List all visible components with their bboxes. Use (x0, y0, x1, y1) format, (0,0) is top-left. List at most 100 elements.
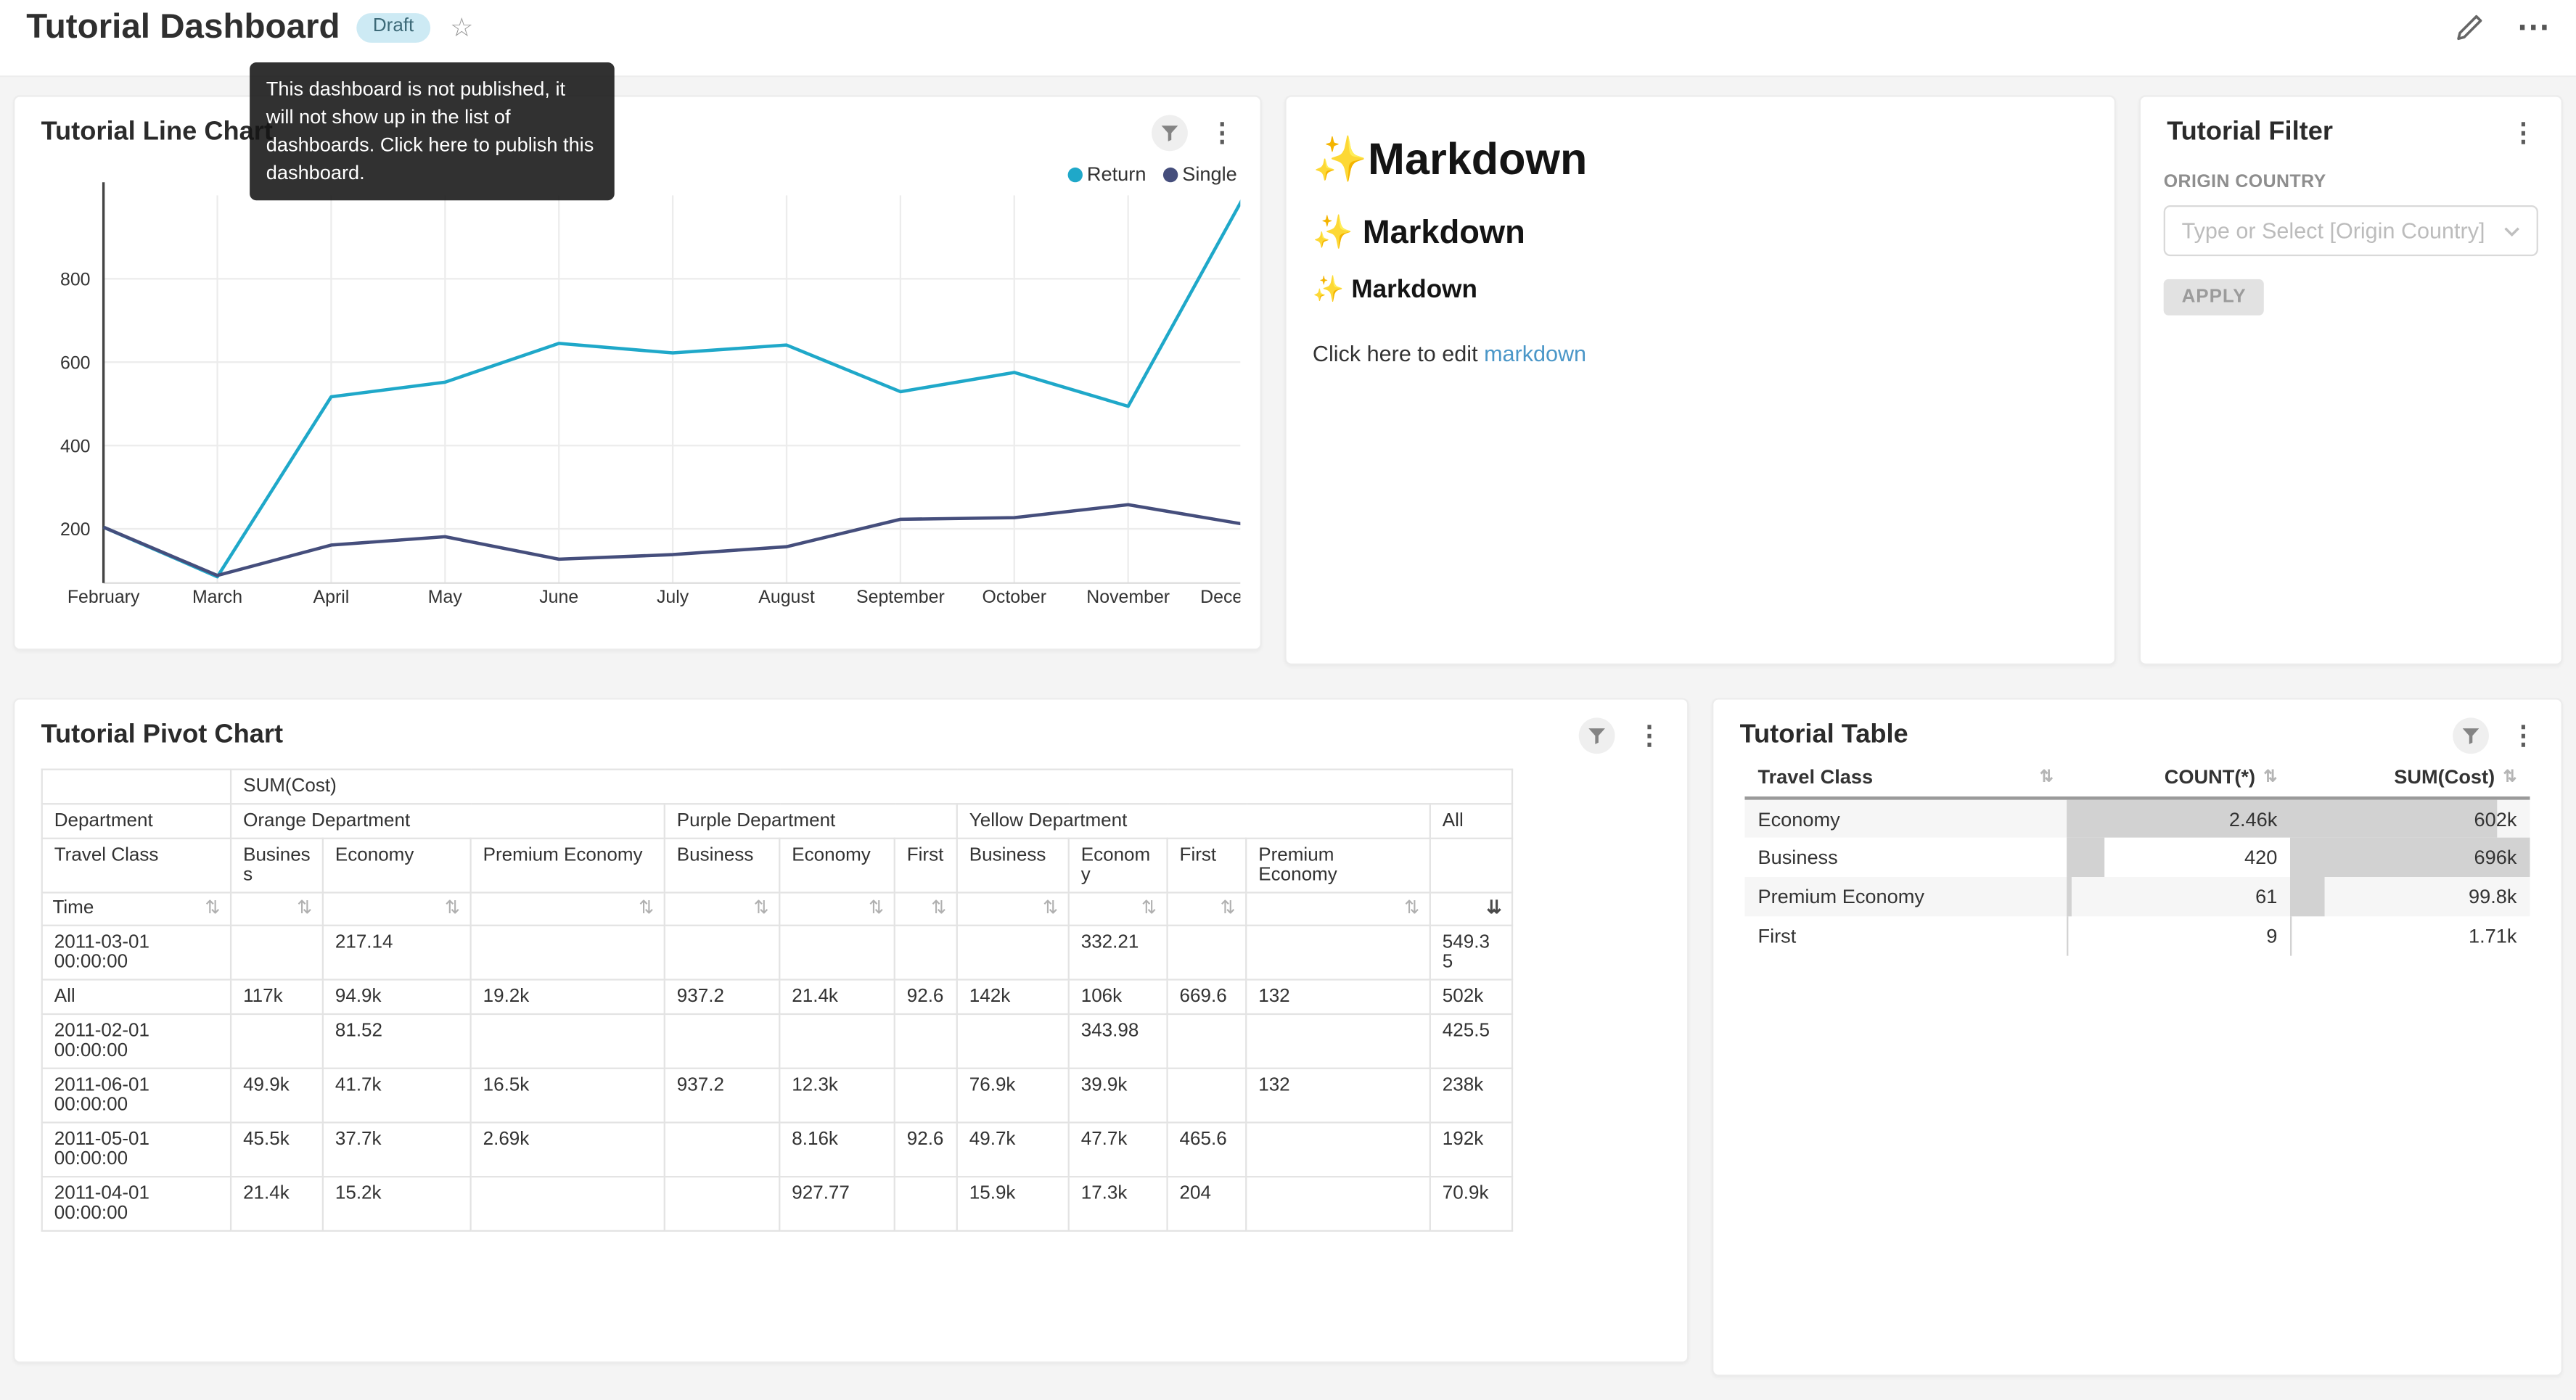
x-tick-label: April (313, 587, 350, 607)
legend-item-return[interactable]: Return (1067, 162, 1147, 186)
chart-menu-button[interactable]: ⋮ (1631, 720, 1668, 752)
travel-class-cell: Business (1744, 838, 2067, 877)
count-cell: 61 (2067, 877, 2290, 916)
sum-cell: 602k (2290, 798, 2530, 837)
sum-bar (2290, 877, 2324, 916)
sort-icon[interactable]: ⇅ (297, 898, 312, 919)
pivot-cell (957, 926, 1069, 980)
sort-icon[interactable]: ⇅ (754, 898, 769, 919)
pivot-cell: 204 (1168, 1177, 1247, 1231)
filter-body: ORIGIN COUNTRY Type or Select [Origin Co… (2141, 169, 2561, 315)
legend-item-single[interactable]: Single (1162, 162, 1237, 186)
sum-cell: 99.8k (2290, 877, 2530, 916)
data-table-card: Tutorial Table ⋮ Travel Class⇅ (1712, 698, 2563, 1376)
cross-filter-indicator-button[interactable] (1579, 717, 1615, 754)
chart-menu-button[interactable]: ⋮ (2506, 720, 2542, 752)
sum-bar (2290, 800, 2498, 838)
pivot-cell (665, 926, 779, 980)
table-row[interactable]: Business420696k (1744, 838, 2530, 877)
x-tick-label: December (1200, 587, 1240, 607)
cross-filter-indicator-button[interactable] (1152, 115, 1188, 151)
page-title: Tutorial Dashboard (26, 5, 340, 49)
pivot-cell: 41.7k (323, 1068, 471, 1123)
column-label: COUNT(*) (2165, 765, 2255, 788)
sort-icon[interactable]: ⇅ (931, 898, 946, 919)
x-tick-label: June (539, 587, 578, 607)
pivot-cell: 106k (1069, 979, 1168, 1014)
pivot-sort-cell: ⇅ (323, 892, 471, 925)
count-bar (2067, 838, 2105, 877)
travel-class-cell: Economy (1744, 798, 2067, 837)
pivot-sort-cell: ⇅ (1069, 892, 1168, 925)
pivot-title: Tutorial Pivot Chart (41, 721, 1579, 751)
origin-country-select[interactable]: Type or Select [Origin Country] (2164, 205, 2538, 256)
sort-icon[interactable]: ⇅ (205, 898, 221, 919)
apply-button[interactable]: APPLY (2164, 279, 2265, 316)
table-row[interactable]: Premium Economy6199.8k (1744, 877, 2530, 916)
pivot-cell: 15.9k (957, 1177, 1069, 1231)
sort-caret-icon: ⇅ (2040, 767, 2054, 786)
pivot-cell (895, 1177, 957, 1231)
sort-icon[interactable]: ⇅ (1221, 898, 1236, 919)
select-placeholder: Type or Select [Origin Country] (2182, 218, 2504, 243)
markdown-body: ✨Markdown ✨ Markdown ✨ Markdown Click he… (1287, 97, 2114, 366)
pivot-col-header: First (895, 839, 957, 893)
sort-icon[interactable]: ⇅ (869, 898, 884, 919)
edit-dashboard-button[interactable] (2454, 13, 2484, 43)
markdown-card: ✨Markdown ✨ Markdown ✨ Markdown Click he… (1284, 95, 2116, 665)
pivot-corner-cell (42, 770, 231, 804)
unpublished-tooltip: This dashboard is not published, it will… (250, 62, 615, 200)
pivot-cell: 343.98 (1069, 1014, 1168, 1068)
sort-icon[interactable]: ⇊ (1486, 898, 1501, 919)
pivot-row-label: 2011-04-01 00:00:00 (42, 1177, 231, 1231)
pivot-sort-cell: ⇅ (957, 892, 1069, 925)
sort-icon[interactable]: ⇅ (1043, 898, 1058, 919)
sort-icon[interactable]: ⇅ (1141, 898, 1157, 919)
favorite-star-icon[interactable]: ☆ (450, 12, 473, 44)
count-cell: 420 (2067, 838, 2290, 877)
draft-badge[interactable]: Draft (356, 13, 430, 43)
markdown-link[interactable]: markdown (1484, 342, 1586, 366)
cross-filter-indicator-button[interactable] (2453, 717, 2489, 754)
column-header-travel-class[interactable]: Travel Class⇅ (1744, 757, 2067, 799)
pivot-sort-cell: ⇅ (1168, 892, 1247, 925)
line-chart-area[interactable]: 200400600800FebruaryMarchAprilMayJuneJul… (15, 173, 1240, 643)
pivot-cell: 49.9k (231, 1068, 323, 1123)
markdown-paragraph: Click here to edit markdown (1313, 342, 2088, 366)
pivot-cell: 332.21 (1069, 926, 1168, 980)
pivot-cell: 238k (1430, 1068, 1512, 1123)
sort-icon[interactable]: ⇅ (639, 898, 654, 919)
pivot-group-header: Orange Department (231, 804, 665, 839)
x-tick-label: March (192, 587, 242, 607)
filter-title: Tutorial Filter (2167, 118, 2505, 148)
pivot-row-label: 2011-03-01 00:00:00 (42, 926, 231, 980)
filter-funnel-icon (1587, 726, 1607, 746)
filter-menu-button[interactable]: ⋮ (2506, 117, 2542, 149)
column-header-sum-cost[interactable]: SUM(Cost)⇅ (2290, 757, 2530, 799)
pivot-group-header: Yellow Department (957, 804, 1430, 839)
pivot-cell: 132 (1246, 1068, 1430, 1123)
chart-menu-button[interactable]: ⋮ (1205, 117, 1241, 149)
table-row[interactable]: Economy2.46k602k (1744, 798, 2530, 837)
table-header-row: Travel Class⇅ COUNT(*)⇅ SUM(Cost)⇅ (1744, 757, 2530, 799)
pivot-cell (895, 926, 957, 980)
sort-icon[interactable]: ⇅ (445, 898, 460, 919)
table-row[interactable]: First91.71k (1744, 916, 2530, 955)
column-header-count[interactable]: COUNT(*)⇅ (2067, 757, 2290, 799)
pivot-col-dim-header: Travel Class (42, 839, 231, 893)
pivot-cell (1246, 1122, 1430, 1177)
pivot-group-header: Purple Department (665, 804, 957, 839)
sort-icon[interactable]: ⇅ (1404, 898, 1419, 919)
table-title: Tutorial Table (1740, 721, 2453, 751)
more-options-button[interactable]: ⋯ (2516, 13, 2549, 43)
pivot-cell: 117k (231, 979, 323, 1014)
pivot-cell (1168, 1068, 1247, 1123)
pivot-row: 2011-05-01 00:00:0045.5k37.7k2.69k8.16k9… (42, 1122, 1512, 1177)
line-chart-card-header: Tutorial Line Chart ⋮ (15, 97, 1260, 170)
pivot-cell (471, 1014, 665, 1068)
pivot-cell (665, 1014, 779, 1068)
pivot-cell: 192k (1430, 1122, 1512, 1177)
data-table-area: Travel Class⇅ COUNT(*)⇅ SUM(Cost)⇅ Econo… (1744, 757, 2530, 1359)
pivot-cell: 669.6 (1168, 979, 1247, 1014)
pivot-cell (895, 1068, 957, 1123)
